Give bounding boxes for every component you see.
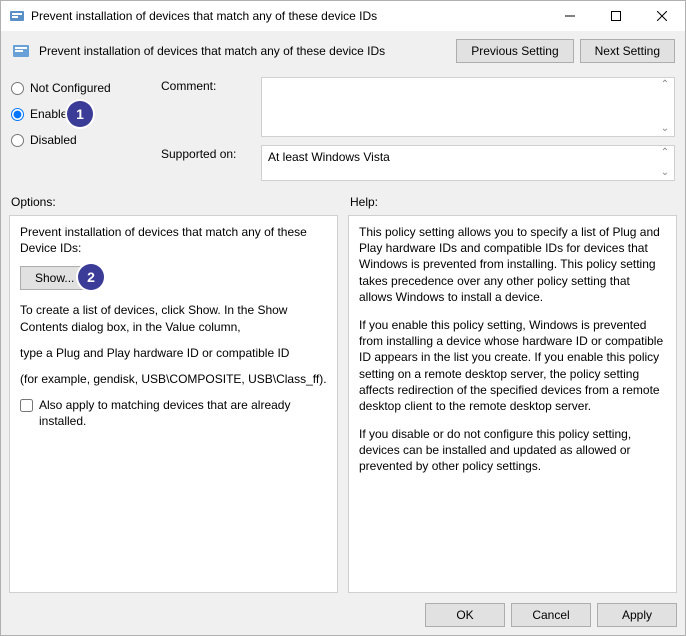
annotation-badge-1: 1 bbox=[67, 101, 93, 127]
also-apply-checkbox-row[interactable]: Also apply to matching devices that are … bbox=[20, 397, 327, 429]
scroll-up-icon: ⌃ bbox=[658, 148, 672, 158]
maximize-button[interactable] bbox=[593, 1, 639, 31]
window-title: Prevent installation of devices that mat… bbox=[31, 9, 547, 23]
scroll-down-icon: ⌄ bbox=[658, 168, 672, 178]
close-button[interactable] bbox=[639, 1, 685, 31]
options-panel: Prevent installation of devices that mat… bbox=[9, 215, 338, 593]
radio-enabled-input[interactable] bbox=[11, 108, 24, 121]
radio-not-configured-label: Not Configured bbox=[30, 81, 111, 95]
next-setting-button[interactable]: Next Setting bbox=[580, 39, 675, 63]
help-text-2: If you enable this policy setting, Windo… bbox=[359, 317, 666, 414]
gpo-editor-window: Prevent installation of devices that mat… bbox=[0, 0, 686, 636]
settings-row: Not Configured Enabled 1 Disabled Commen… bbox=[9, 73, 677, 183]
radio-not-configured-input[interactable] bbox=[11, 82, 24, 95]
ok-button[interactable]: OK bbox=[425, 603, 505, 627]
radio-enabled[interactable]: Enabled 1 bbox=[11, 107, 141, 121]
scroll-up-icon: ⌃ bbox=[658, 80, 672, 90]
comment-row: Comment: ⌃ ⌄ bbox=[161, 77, 675, 137]
window-controls bbox=[547, 1, 685, 31]
supported-row: Supported on: At least Windows Vista ⌃ ⌄ bbox=[161, 145, 675, 181]
radio-not-configured[interactable]: Not Configured bbox=[11, 81, 141, 95]
help-column: Help: This policy setting allows you to … bbox=[348, 193, 677, 593]
supported-label: Supported on: bbox=[161, 145, 251, 161]
footer-buttons: OK Cancel Apply bbox=[9, 593, 677, 627]
cancel-button[interactable]: Cancel bbox=[511, 603, 591, 627]
options-text-3: type a Plug and Play hardware ID or comp… bbox=[20, 345, 327, 361]
scroll-down-icon: ⌄ bbox=[658, 124, 672, 134]
options-label: Options: bbox=[9, 193, 338, 215]
minimize-button[interactable] bbox=[547, 1, 593, 31]
help-panel: This policy setting allows you to specif… bbox=[348, 215, 677, 593]
app-icon bbox=[9, 8, 25, 24]
options-text-2: To create a list of devices, click Show.… bbox=[20, 302, 327, 334]
content-area: Prevent installation of devices that mat… bbox=[1, 31, 685, 635]
state-radio-group: Not Configured Enabled 1 Disabled bbox=[11, 77, 141, 181]
header-row: Prevent installation of devices that mat… bbox=[9, 35, 677, 73]
radio-disabled[interactable]: Disabled bbox=[11, 133, 141, 147]
options-column: Options: Prevent installation of devices… bbox=[9, 193, 338, 593]
supported-on-box: At least Windows Vista ⌃ ⌄ bbox=[261, 145, 675, 181]
radio-disabled-label: Disabled bbox=[30, 133, 77, 147]
previous-setting-button[interactable]: Previous Setting bbox=[456, 39, 573, 63]
help-label: Help: bbox=[348, 193, 677, 215]
options-text-1: Prevent installation of devices that mat… bbox=[20, 224, 327, 256]
policy-icon bbox=[11, 41, 31, 61]
comment-label: Comment: bbox=[161, 77, 251, 93]
apply-button[interactable]: Apply bbox=[597, 603, 677, 627]
policy-title: Prevent installation of devices that mat… bbox=[39, 44, 448, 58]
annotation-badge-2: 2 bbox=[78, 264, 104, 290]
radio-disabled-input[interactable] bbox=[11, 134, 24, 147]
titlebar: Prevent installation of devices that mat… bbox=[1, 1, 685, 31]
help-text-3: If you disable or do not configure this … bbox=[359, 426, 666, 475]
split-row: Options: Prevent installation of devices… bbox=[9, 193, 677, 593]
comment-textarea[interactable]: ⌃ ⌄ bbox=[261, 77, 675, 137]
also-apply-checkbox[interactable] bbox=[20, 399, 33, 412]
supported-on-value: At least Windows Vista bbox=[268, 150, 390, 164]
fields-column: Comment: ⌃ ⌄ Supported on: At least Wind… bbox=[161, 77, 675, 181]
also-apply-label: Also apply to matching devices that are … bbox=[39, 397, 327, 429]
help-text-1: This policy setting allows you to specif… bbox=[359, 224, 666, 305]
options-text-4: (for example, gendisk, USB\COMPOSITE, US… bbox=[20, 371, 327, 387]
